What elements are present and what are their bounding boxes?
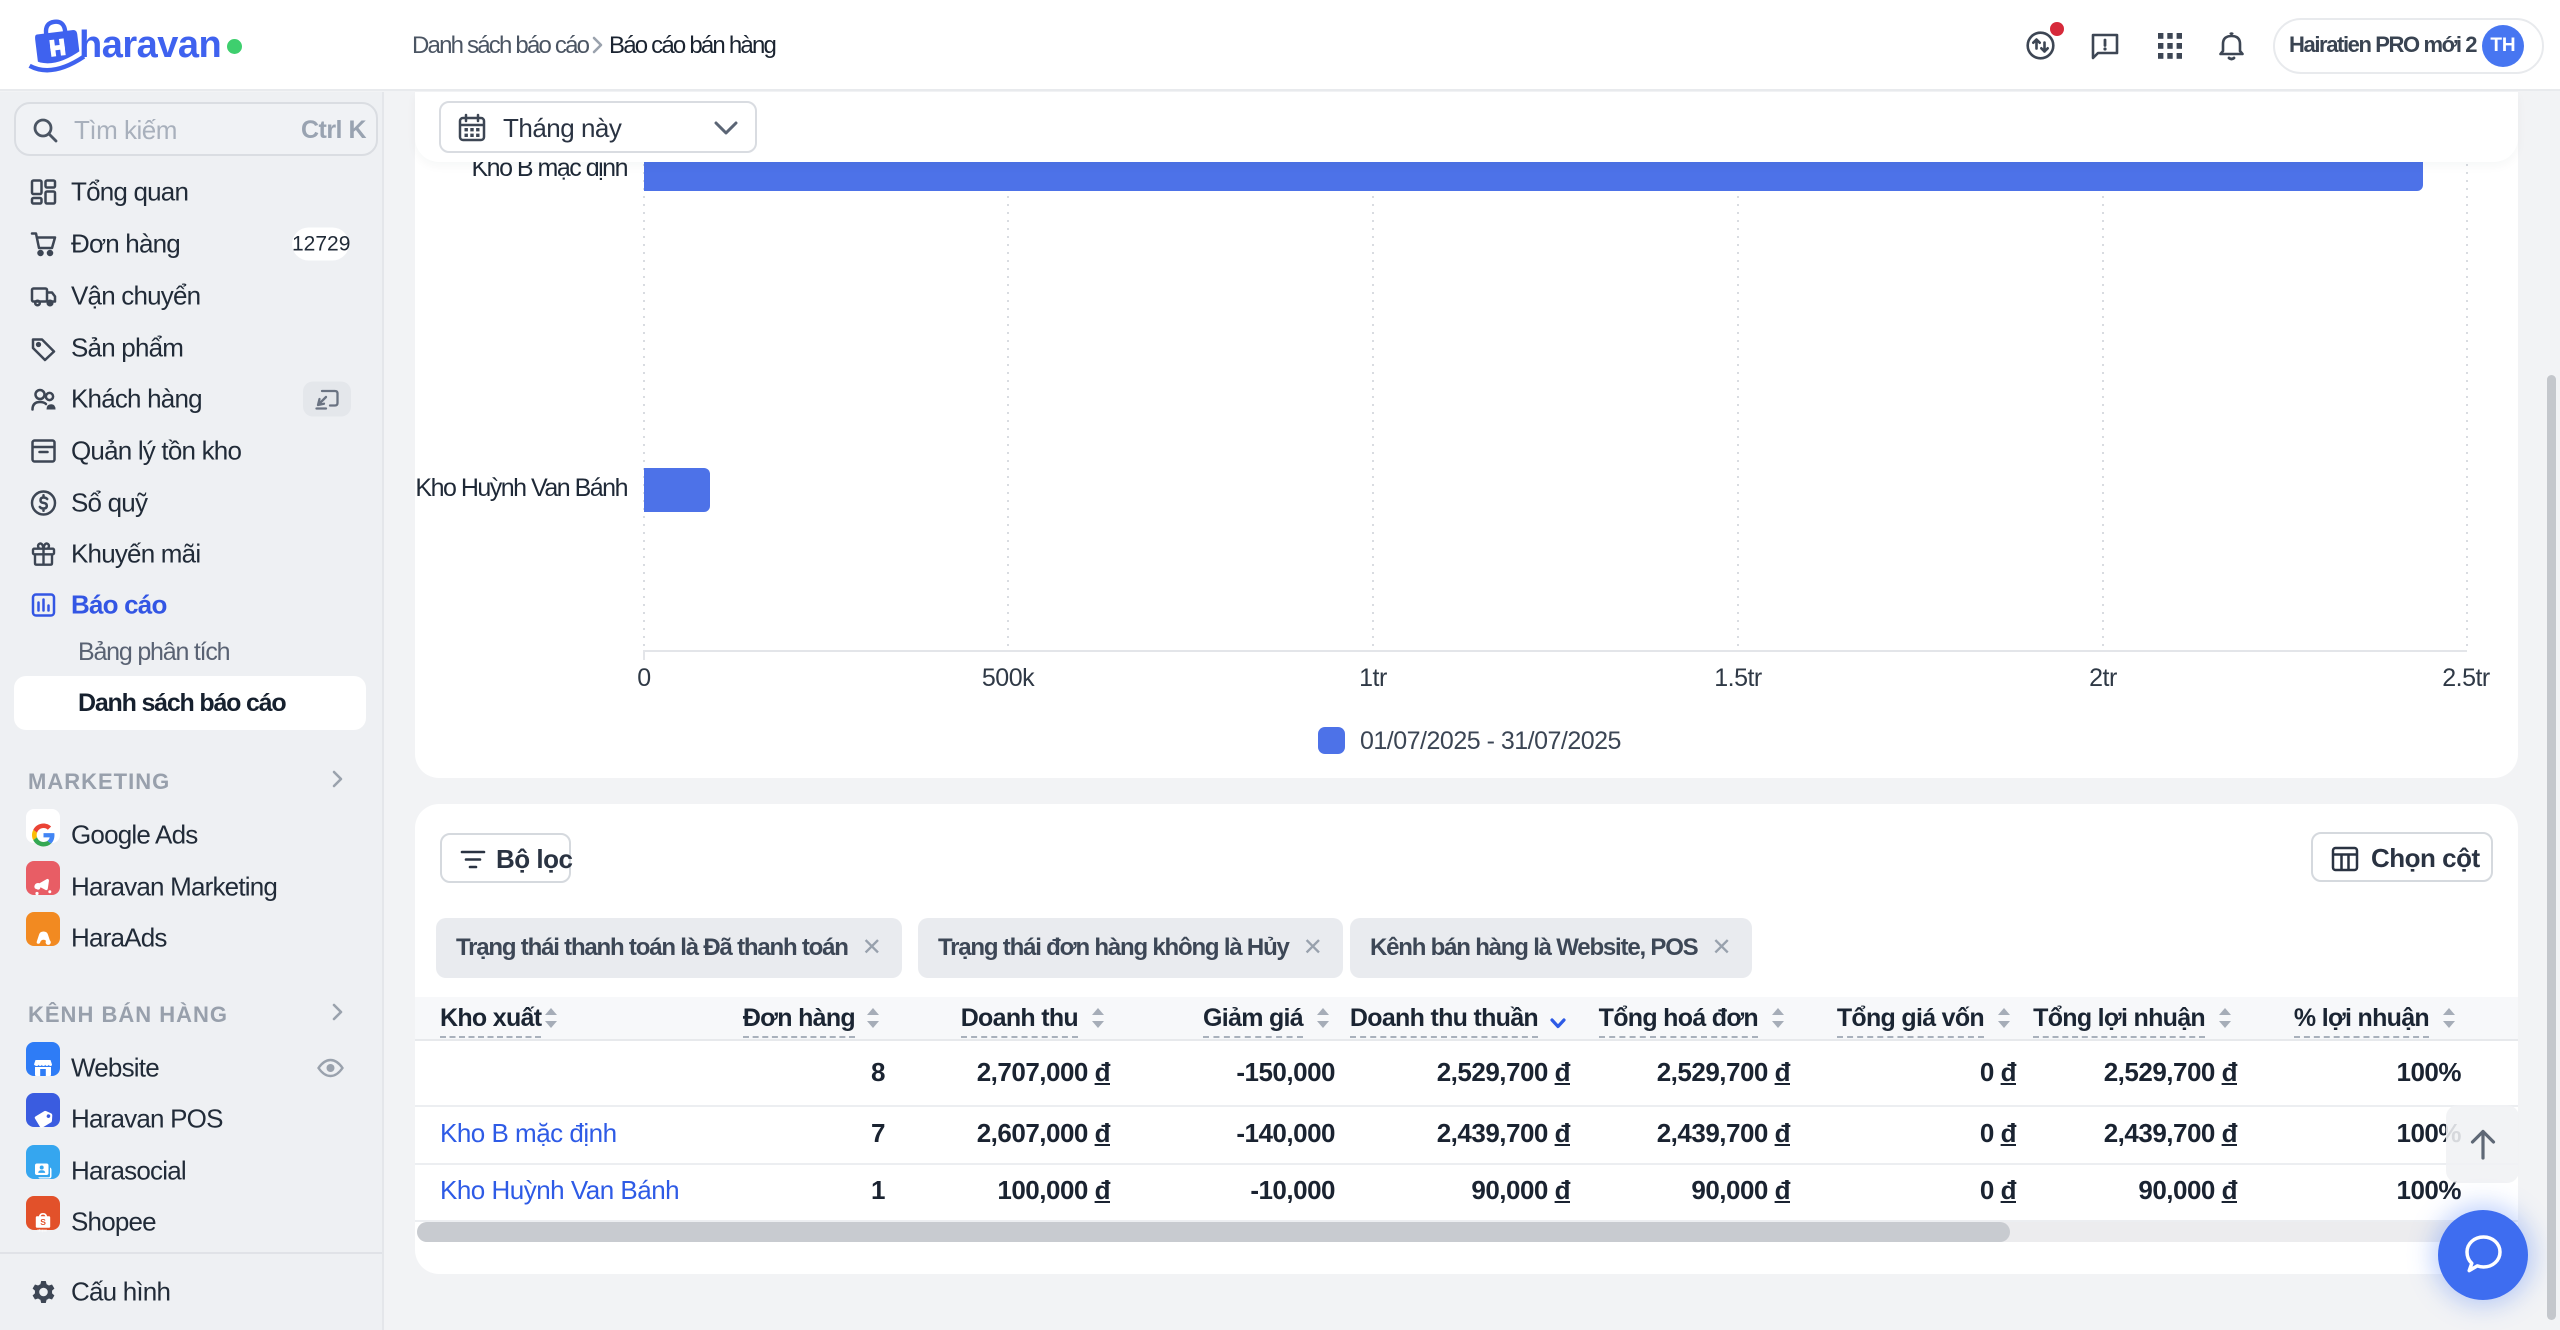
svg-text:S: S bbox=[40, 1217, 46, 1227]
svg-text:Shopee: Shopee bbox=[37, 1228, 47, 1232]
